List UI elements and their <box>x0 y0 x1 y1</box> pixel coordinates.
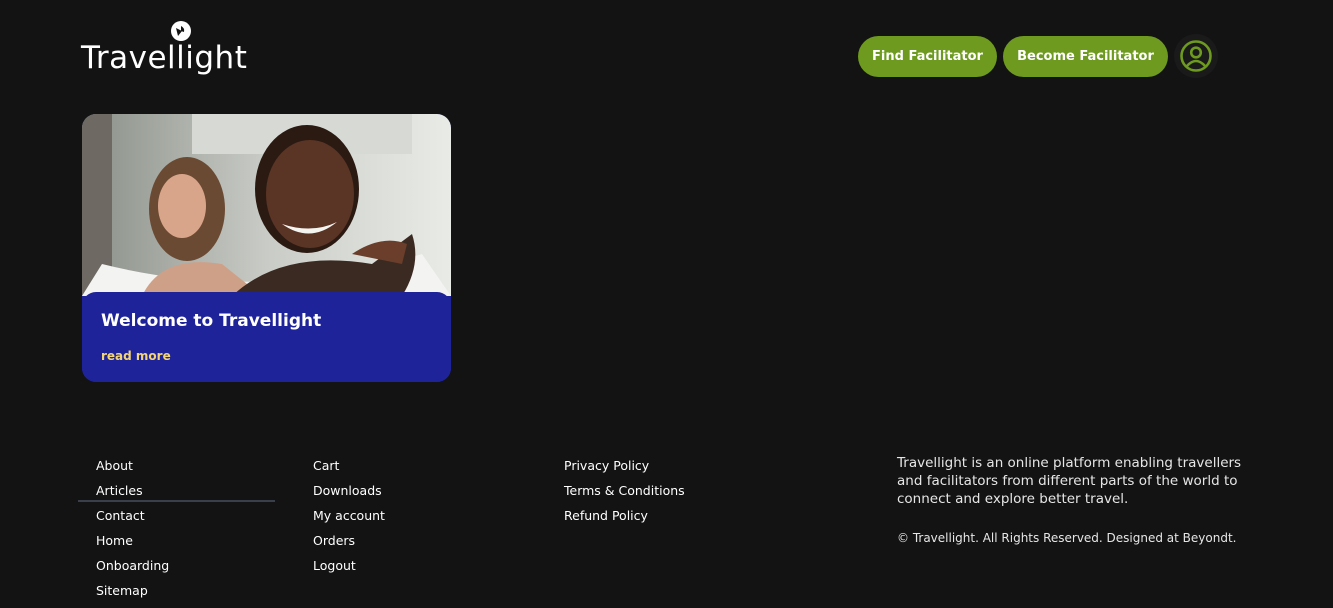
user-circle-icon <box>1180 40 1212 72</box>
footer-link-privacy-policy[interactable]: Privacy Policy <box>564 458 685 483</box>
footer-link-downloads[interactable]: Downloads <box>313 483 385 508</box>
footer-link-terms-conditions[interactable]: Terms & Conditions <box>564 483 685 508</box>
footer-link-home[interactable]: Home <box>96 533 169 558</box>
footer-link-logout[interactable]: Logout <box>313 558 385 583</box>
logo-text: Travellight <box>81 40 248 76</box>
footer-about-text: Travellight is an online platform enabli… <box>897 455 1242 507</box>
welcome-card[interactable]: Welcome to Travellight read more <box>82 114 451 382</box>
become-facilitator-button[interactable]: Become Facilitator <box>1003 36 1168 77</box>
footer-column-site: About Articles Contact Home Onboarding S… <box>96 458 169 608</box>
find-facilitator-button[interactable]: Find Facilitator <box>858 36 997 77</box>
footer-link-contact[interactable]: Contact <box>96 508 169 533</box>
card-body: Welcome to Travellight read more <box>82 292 451 382</box>
bird-logo-icon <box>171 21 191 41</box>
footer-link-about[interactable]: About <box>96 458 169 483</box>
footer-column-account: Cart Downloads My account Orders Logout <box>313 458 385 583</box>
footer-column-legal: Privacy Policy Terms & Conditions Refund… <box>564 458 685 533</box>
footer-link-onboarding[interactable]: Onboarding <box>96 558 169 583</box>
footer-link-cart[interactable]: Cart <box>313 458 385 483</box>
read-more-link[interactable]: read more <box>101 349 171 363</box>
footer-link-my-account[interactable]: My account <box>313 508 385 533</box>
logo[interactable]: Travellight <box>81 20 247 80</box>
footer-copyright: © Travellight. All Rights Reserved. Desi… <box>897 531 1237 545</box>
footer-divider <box>78 500 275 502</box>
footer-link-refund-policy[interactable]: Refund Policy <box>564 508 685 533</box>
footer-link-orders[interactable]: Orders <box>313 533 385 558</box>
footer-link-articles[interactable]: Articles <box>96 483 169 508</box>
footer-link-sitemap[interactable]: Sitemap <box>96 583 169 608</box>
card-title: Welcome to Travellight <box>101 311 322 331</box>
travellers-photo <box>82 114 451 296</box>
account-button[interactable] <box>1174 34 1218 78</box>
